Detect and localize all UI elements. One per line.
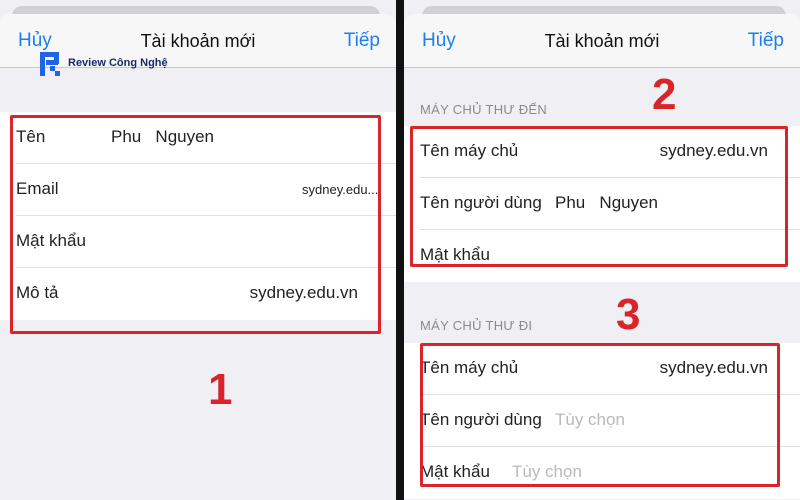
incoming-server-header: MÁY CHỦ THƯ ĐẾN (420, 102, 548, 117)
annotation-number-3: 3 (616, 290, 641, 339)
page-title: Tài khoản mới (140, 31, 256, 51)
annotation-box-3 (420, 343, 780, 487)
annotation-number-1: 1 (208, 365, 233, 414)
annotation-box-2 (410, 126, 788, 267)
annotation-number-2: 2 (652, 70, 677, 119)
next-button[interactable]: Tiếp (344, 30, 380, 52)
outgoing-server-header: MÁY CHỦ THƯ ĐI (420, 318, 533, 333)
nav-divider (404, 67, 800, 68)
logo-text: Review Công Nghệ (68, 57, 168, 69)
next-button[interactable]: Tiếp (748, 30, 784, 52)
left-screen: Hủy Tài khoản mới Tiếp Tên Phu Nguyen Em… (0, 0, 396, 500)
annotation-box-1 (10, 115, 381, 334)
logo-icon (40, 52, 60, 76)
page-title: Tài khoản mới (544, 31, 660, 51)
navigation-bar: Hủy Tài khoản mới Tiếp (404, 14, 800, 68)
right-screen: Hủy Tài khoản mới Tiếp MÁY CHỦ THƯ ĐẾN T… (404, 0, 800, 500)
